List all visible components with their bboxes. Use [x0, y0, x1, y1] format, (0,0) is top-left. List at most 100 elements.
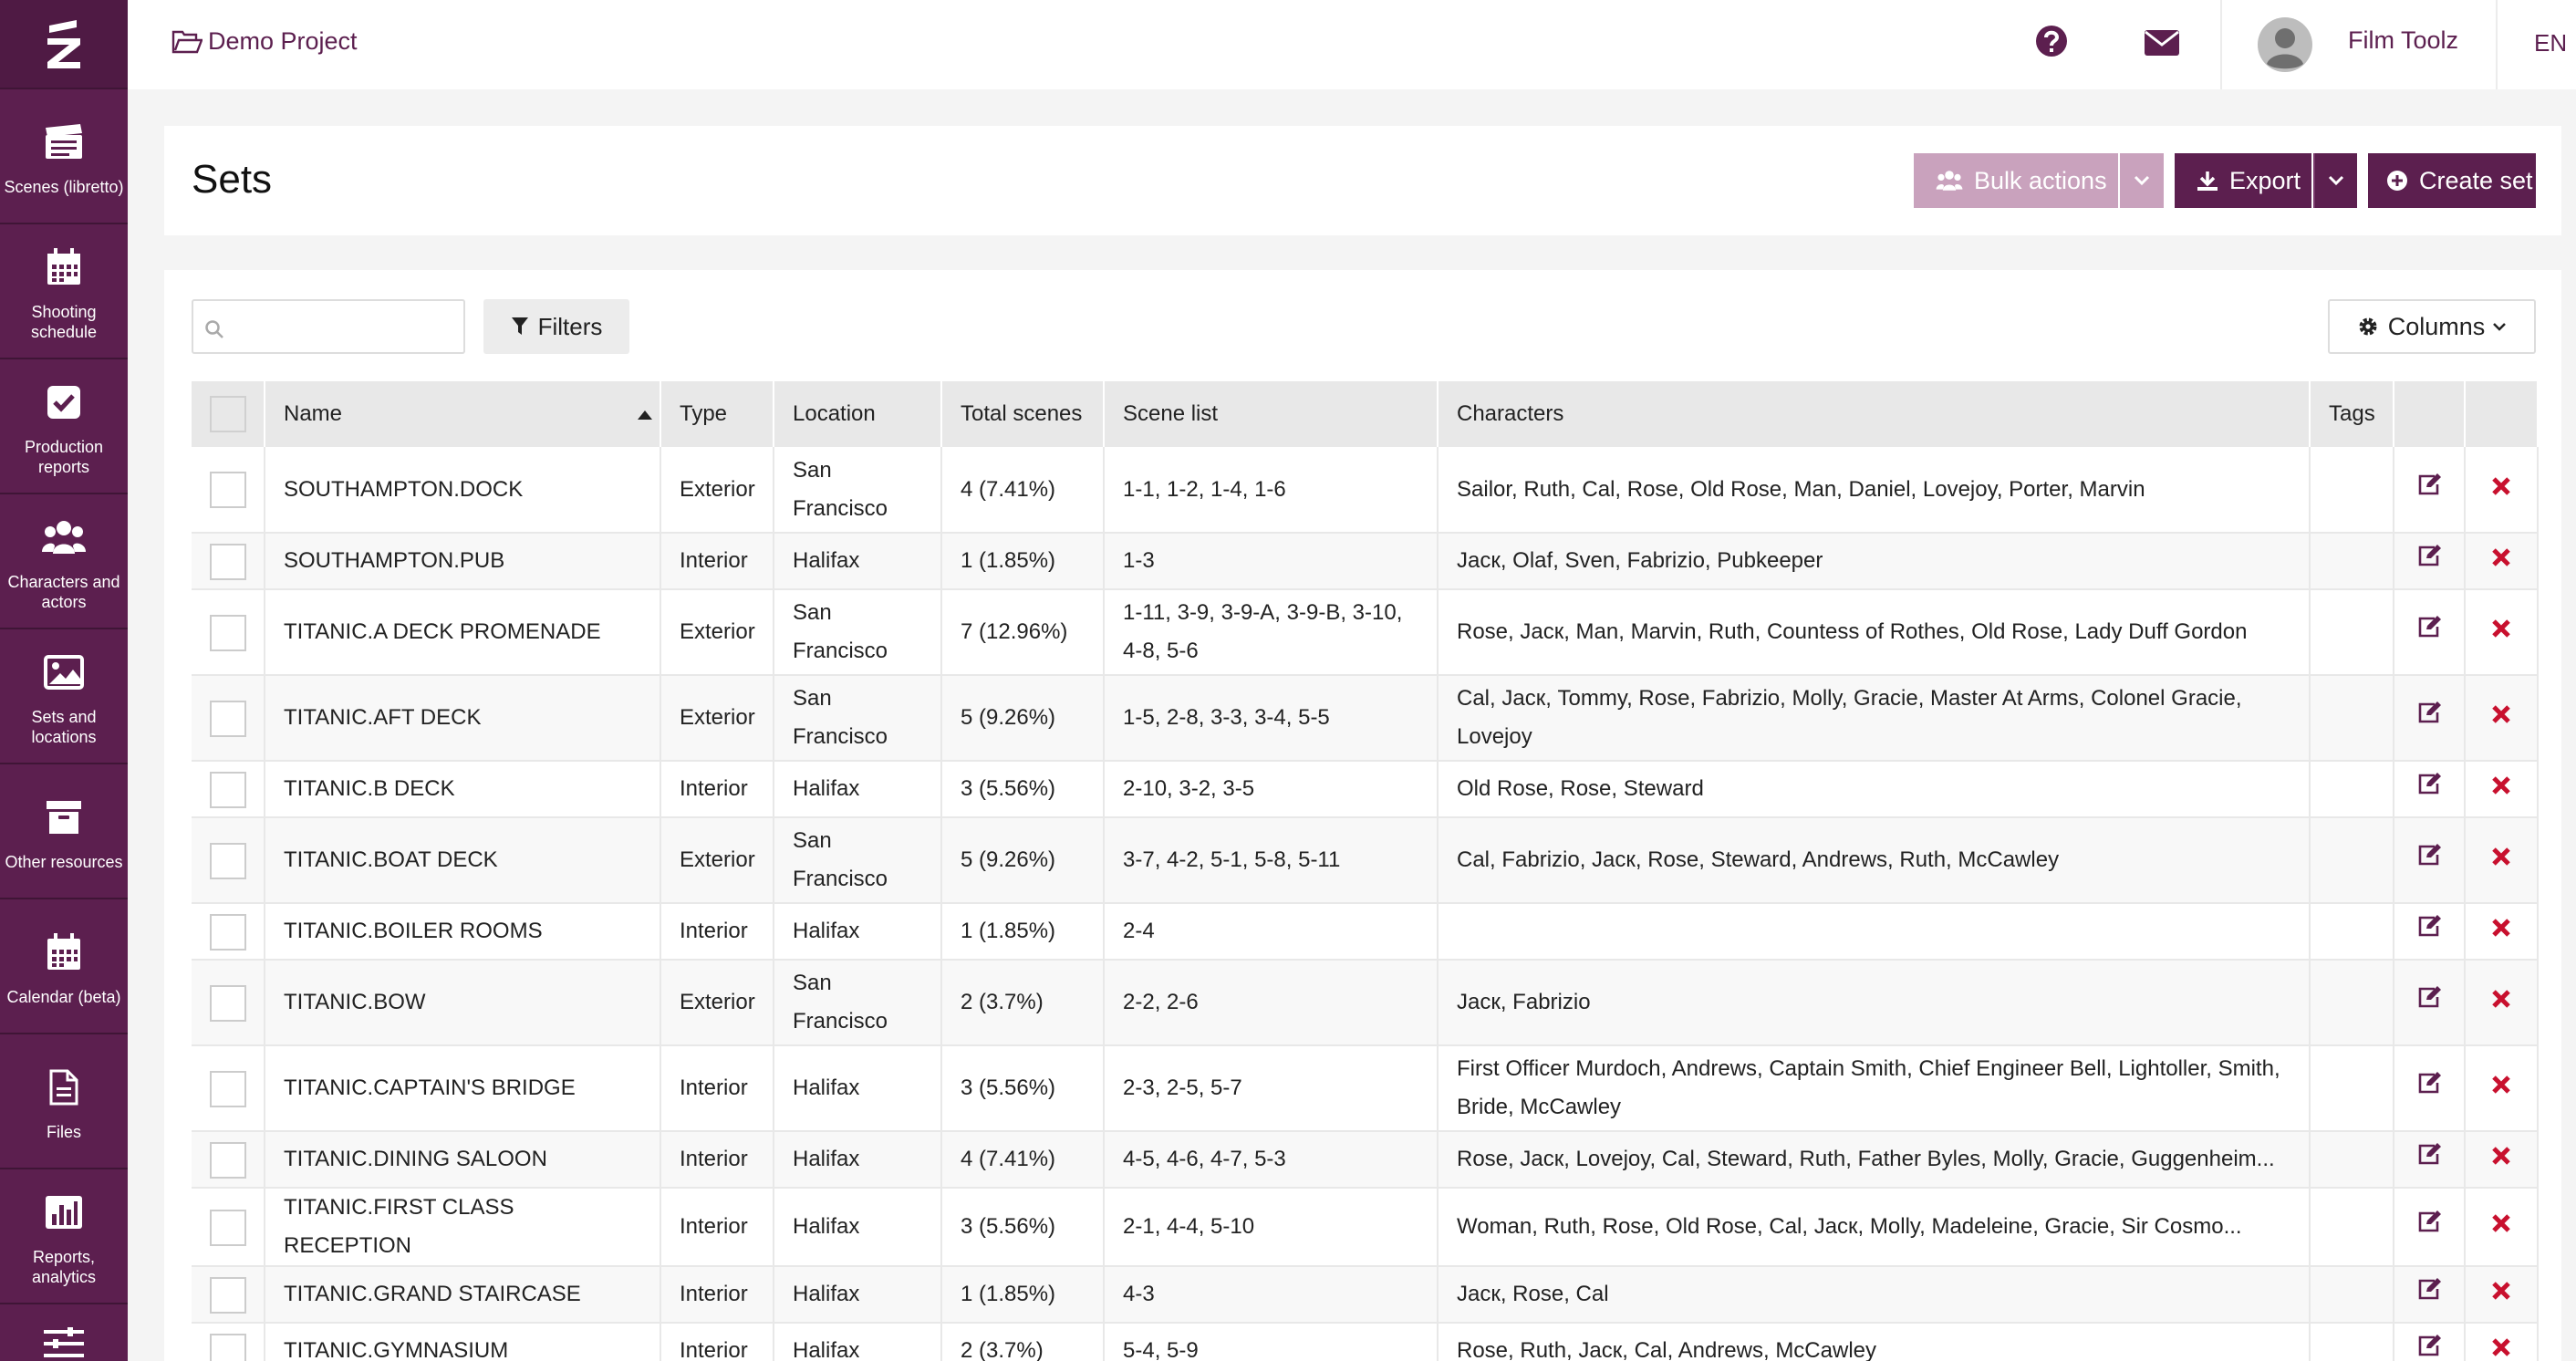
column-header-scene-list[interactable]: Scene list — [1104, 381, 1439, 447]
delete-icon[interactable] — [2491, 618, 2511, 639]
delete-icon[interactable] — [2491, 704, 2511, 724]
table-row[interactable]: TITANIC.AFT DECK Exterior San Francisco 5 (… — [192, 675, 2539, 762]
table-row[interactable]: TITANIC.BOW Exterior San Francisco 2 (3.7%)… — [192, 960, 2539, 1046]
edit-icon[interactable] — [2416, 843, 2442, 867]
select-all-checkbox[interactable] — [209, 396, 246, 432]
cell-name[interactable]: TITANIC.B DECK — [265, 761, 661, 818]
columns-button[interactable]: Columns — [2328, 299, 2536, 354]
cell-name[interactable]: TITANIC.GYMNASIUM — [265, 1323, 661, 1361]
create-set-button[interactable]: Create set — [2368, 153, 2536, 208]
row-select-cell — [192, 1045, 265, 1132]
column-header-tags[interactable]: Tags — [2310, 381, 2394, 447]
row-checkbox[interactable] — [209, 984, 246, 1022]
edit-icon[interactable] — [2416, 1210, 2442, 1233]
delete-icon[interactable] — [2491, 775, 2511, 795]
delete-icon[interactable] — [2491, 1213, 2511, 1233]
cell-name[interactable]: TITANIC.CAPTAIN'S BRIDGE — [265, 1045, 661, 1132]
edit-icon[interactable] — [2416, 473, 2442, 496]
delete-icon[interactable] — [2491, 1146, 2511, 1166]
row-checkbox[interactable] — [209, 543, 246, 580]
edit-icon[interactable] — [2416, 985, 2442, 1009]
table-row[interactable]: TITANIC.B DECK Interior Halifax 3 (5.56%) 2-… — [192, 761, 2539, 818]
sidebar-item-settings[interactable] — [0, 1304, 128, 1361]
cell-name[interactable]: TITANIC.DINING SALOON — [265, 1131, 661, 1189]
table-row[interactable]: SOUTHAMPTON.DOCK Exterior San Francisco 4 (… — [192, 447, 2539, 534]
column-header-location[interactable]: Location — [774, 381, 942, 447]
export-button[interactable]: Export — [2175, 153, 2311, 208]
cell-name[interactable]: TITANIC.AFT DECK — [265, 675, 661, 762]
delete-cell — [2465, 1266, 2539, 1324]
sidebar-item-calendar[interactable]: Calendar (beta) — [0, 899, 128, 1034]
table-row[interactable]: TITANIC.BOAT DECK Exterior San Francisco 5 … — [192, 817, 2539, 904]
cell-name[interactable]: TITANIC.BOW — [265, 960, 661, 1046]
row-checkbox[interactable] — [209, 472, 246, 509]
row-checkbox[interactable] — [209, 700, 246, 737]
sidebar-item-files[interactable]: Files — [0, 1034, 128, 1169]
edit-icon[interactable] — [2416, 701, 2442, 724]
search-input[interactable] — [230, 308, 458, 345]
table-row[interactable]: TITANIC.DINING SALOON Interior Halifax 4 (7… — [192, 1131, 2539, 1189]
sidebar-item-production-reports[interactable]: Production reports — [0, 359, 128, 494]
edit-icon[interactable] — [2416, 1142, 2442, 1166]
table-row[interactable]: TITANIC.GYMNASIUM Interior Halifax 2 (3.7%)… — [192, 1323, 2539, 1361]
delete-icon[interactable] — [2491, 1337, 2511, 1357]
sidebar-item-other-resources[interactable]: Other resources — [0, 764, 128, 899]
edit-icon[interactable] — [2416, 1277, 2442, 1301]
row-checkbox[interactable] — [209, 1276, 246, 1314]
sidebar-item-characters[interactable]: Characters and actors — [0, 494, 128, 629]
table-row[interactable]: TITANIC.GRAND STAIRCASE Interior Halifax 1 … — [192, 1266, 2539, 1324]
help-icon[interactable] — [2034, 24, 2069, 63]
delete-icon[interactable] — [2491, 847, 2511, 867]
cell-name[interactable]: SOUTHAMPTON.DOCK — [265, 447, 661, 534]
sidebar-item-reports-analytics[interactable]: Reports, analytics — [0, 1169, 128, 1304]
column-header-total-scenes[interactable]: Total scenes — [941, 381, 1105, 447]
filmtoolz-logo-icon[interactable] — [0, 0, 128, 89]
delete-icon[interactable] — [2491, 989, 2511, 1009]
export-dropdown[interactable] — [2313, 153, 2357, 208]
table-row[interactable]: SOUTHAMPTON.PUB Interior Halifax 1 (1.85%) 1… — [192, 533, 2539, 590]
bulk-actions-button[interactable]: Bulk actions — [1914, 153, 2118, 208]
row-checkbox[interactable] — [209, 842, 246, 879]
language-selector[interactable]: EN — [2534, 29, 2567, 57]
column-header-name[interactable]: Name — [265, 381, 661, 447]
cell-name[interactable]: TITANIC.BOAT DECK — [265, 817, 661, 904]
edit-icon[interactable] — [2416, 544, 2442, 567]
row-checkbox[interactable] — [209, 771, 246, 808]
cell-name[interactable]: TITANIC.GRAND STAIRCASE — [265, 1266, 661, 1324]
row-checkbox[interactable] — [209, 1333, 246, 1361]
sidebar-item-scenes[interactable]: Scenes (libretto) — [0, 89, 128, 224]
delete-icon[interactable] — [2491, 1075, 2511, 1095]
table-row[interactable]: TITANIC.A DECK PROMENADE Exterior San Fran… — [192, 589, 2539, 676]
user-menu[interactable]: Film Toolz — [2257, 16, 2458, 73]
cell-name[interactable]: TITANIC.A DECK PROMENADE — [265, 589, 661, 676]
mail-icon[interactable] — [2144, 29, 2180, 61]
edit-icon[interactable] — [2416, 1334, 2442, 1357]
table-row[interactable]: TITANIC.FIRST CLASS RECEPTION Interior Hal… — [192, 1188, 2539, 1267]
table-row[interactable]: TITANIC.BOILER ROOMS Interior Halifax 1 (1.… — [192, 903, 2539, 961]
edit-icon[interactable] — [2416, 615, 2442, 639]
delete-icon[interactable] — [2491, 547, 2511, 567]
sidebar-item-sets-locations[interactable]: Sets and locations — [0, 629, 128, 764]
delete-icon[interactable] — [2491, 1281, 2511, 1301]
row-checkbox[interactable] — [209, 614, 246, 651]
delete-icon[interactable] — [2491, 918, 2511, 938]
row-checkbox[interactable] — [209, 1209, 246, 1246]
cell-name[interactable]: SOUTHAMPTON.PUB — [265, 533, 661, 590]
delete-icon[interactable] — [2491, 476, 2511, 496]
edit-icon[interactable] — [2416, 914, 2442, 938]
search-box[interactable] — [192, 299, 465, 354]
edit-icon[interactable] — [2416, 772, 2442, 795]
filters-button[interactable]: Filters — [483, 299, 629, 354]
row-checkbox[interactable] — [209, 1141, 246, 1179]
table-row[interactable]: TITANIC.CAPTAIN'S BRIDGE Interior Halifax 3… — [192, 1045, 2539, 1132]
row-checkbox[interactable] — [209, 913, 246, 951]
project-selector[interactable]: Demo Project — [171, 27, 358, 56]
sidebar-item-shooting-schedule[interactable]: Shooting schedule — [0, 224, 128, 359]
column-header-characters[interactable]: Characters — [1438, 381, 2311, 447]
cell-name[interactable]: TITANIC.BOILER ROOMS — [265, 903, 661, 961]
edit-icon[interactable] — [2416, 1071, 2442, 1095]
column-header-type[interactable]: Type — [660, 381, 774, 447]
row-checkbox[interactable] — [209, 1070, 246, 1107]
bulk-actions-dropdown[interactable] — [2120, 153, 2164, 208]
cell-name[interactable]: TITANIC.FIRST CLASS RECEPTION — [265, 1188, 661, 1267]
